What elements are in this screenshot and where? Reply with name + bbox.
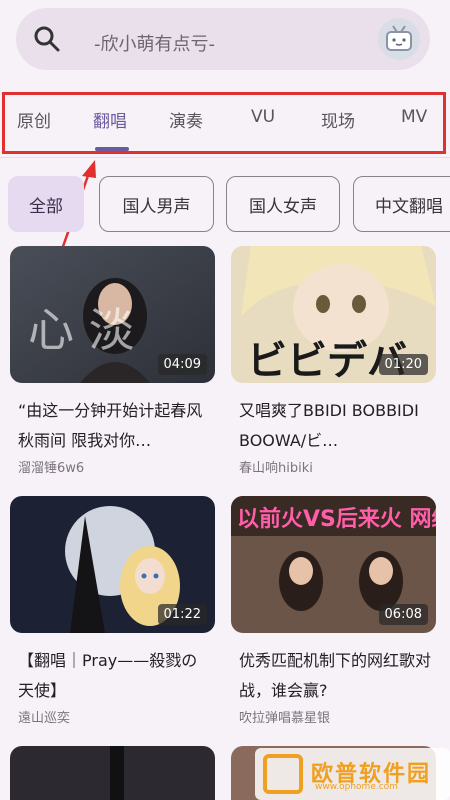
avatar[interactable] xyxy=(378,18,420,60)
video-author[interactable]: 遠山巡奕 xyxy=(18,707,70,726)
filter-all[interactable]: 全部 xyxy=(8,176,84,232)
thumbnail-caption: 心 淡 xyxy=(28,303,135,357)
tab-cover[interactable]: 翻唱 xyxy=(93,107,127,132)
thumbnail-caption: 以前火VS后来火 网络歌曲 xyxy=(237,506,436,532)
video-title[interactable]: “由这一分钟开始计起春风秋雨间 限我对你… xyxy=(18,396,213,456)
video-thumbnail[interactable]: 心 淡 04:09 xyxy=(10,246,215,383)
search-placeholder[interactable]: -欣小萌有点亏- xyxy=(94,30,215,56)
tab-divider xyxy=(0,157,450,158)
video-thumbnail[interactable] xyxy=(10,746,215,800)
video-thumbnail[interactable]: 以前火VS后来火 网络歌曲 06:08 xyxy=(231,496,436,633)
watermark-icon xyxy=(263,754,303,794)
duration-badge: 06:08 xyxy=(378,604,428,625)
tab-vu[interactable]: VU xyxy=(251,107,275,127)
video-title[interactable]: 【翻唱｜Pray——殺戮の天使】 xyxy=(18,646,213,706)
video-thumbnail[interactable]: ビビデバ 01:20 xyxy=(231,246,436,383)
search-bar[interactable]: -欣小萌有点亏- xyxy=(16,8,430,70)
watermark-url: www.ophome.com xyxy=(315,782,398,792)
video-author[interactable]: 春山响hibiki xyxy=(239,457,313,476)
filter-female-voice[interactable]: 国人女声 xyxy=(226,176,340,232)
search-icon xyxy=(34,26,60,52)
category-tabs: 原创 翻唱 演奏 VU 现场 MV xyxy=(2,92,446,154)
tab-indicator xyxy=(95,147,129,151)
video-title[interactable]: 又唱爽了BBIDI BOBBIDI BOOWA/ビ… xyxy=(239,396,434,456)
thumbnail-image xyxy=(10,746,215,800)
tab-performance[interactable]: 演奏 xyxy=(169,107,203,132)
video-author[interactable]: 溜溜锤6w6 xyxy=(18,457,84,476)
video-author[interactable]: 吹拉弹唱慕星银 xyxy=(239,707,330,726)
watermark-logo: 欧普软件园 www.ophome.com xyxy=(255,748,450,800)
tab-live[interactable]: 现场 xyxy=(321,107,355,132)
duration-badge: 01:20 xyxy=(378,354,428,375)
filter-chinese-cover[interactable]: 中文翻唱 xyxy=(353,176,450,232)
duration-badge: 01:22 xyxy=(157,604,207,625)
video-thumbnail[interactable]: 01:22 xyxy=(10,496,215,633)
tab-original[interactable]: 原创 xyxy=(17,107,51,132)
duration-badge: 04:09 xyxy=(157,354,207,375)
tab-mv[interactable]: MV xyxy=(401,107,427,127)
tv-mascot-icon xyxy=(386,25,412,51)
video-title[interactable]: 优秀匹配机制下的网红歌对战，谁会赢? xyxy=(239,646,434,706)
filter-male-voice[interactable]: 国人男声 xyxy=(99,176,214,232)
